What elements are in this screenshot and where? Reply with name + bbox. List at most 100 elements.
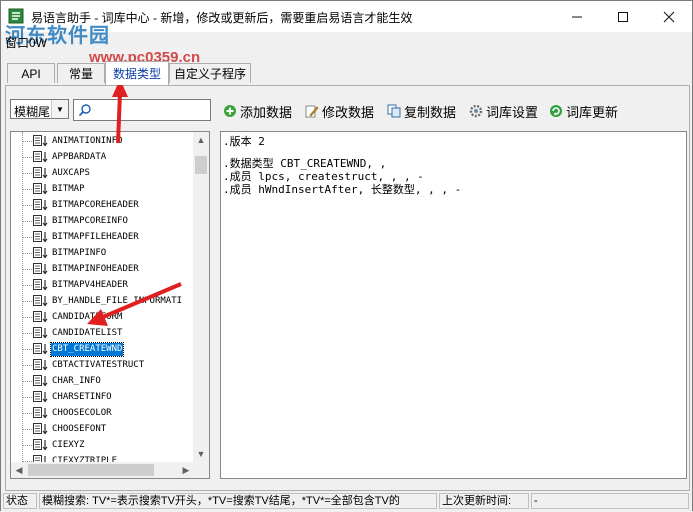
scroll-left-icon[interactable]: ◀ (11, 462, 27, 478)
tree-item-label: CBTACTIVATESTRUCT (52, 360, 145, 370)
close-button[interactable] (646, 1, 692, 32)
scroll-thumb[interactable] (195, 156, 207, 174)
minimize-icon (572, 16, 582, 17)
tree-item[interactable]: CHOOSECOLOR (11, 405, 194, 421)
status-label: 状态 (3, 493, 37, 509)
tree-item[interactable]: BITMAPFILEHEADER (11, 229, 194, 245)
status-message: 模糊搜索: TV*=表示搜索TV开头，*TV=搜索TV结尾，*TV*=全部包含T… (39, 493, 437, 509)
tree-item-label: ANIMATIONINFO (52, 136, 123, 146)
tree-item[interactable]: CANDIDATEFORM (11, 309, 194, 325)
tree-item-label: CHAR_INFO (52, 376, 101, 386)
tree-item[interactable]: CHOOSEFONT (11, 421, 194, 437)
tree-item-label: BITMAPFILEHEADER (52, 232, 139, 242)
editor-line: .版本 2 (223, 135, 265, 148)
tree-item[interactable]: CANDIDATELIST (11, 325, 194, 341)
maximize-button[interactable] (600, 1, 646, 32)
tree-item[interactable]: AUXCAPS (11, 165, 194, 181)
definition-editor[interactable]: .版本 2 .数据类型 CBT_CREATEWND, , .成员 lpcs, c… (220, 131, 687, 479)
struct-node-icon (33, 407, 48, 419)
scroll-up-icon[interactable]: ▲ (193, 132, 209, 148)
maximize-icon (618, 11, 628, 22)
tab-custom-subroutines[interactable]: 自定义子程序 (169, 63, 251, 83)
tree-vertical-scrollbar[interactable]: ▲ ▼ (193, 132, 209, 462)
add-data-label: 添加数据 (240, 104, 293, 120)
close-icon (663, 11, 675, 22)
data-type-tree[interactable]: ANIMATIONINFO APPBARDATA AUXCAPS BITMAP BITM… (10, 131, 210, 479)
tree-item-label: CANDIDATEFORM (52, 312, 123, 322)
struct-node-icon (33, 311, 48, 323)
tree-horizontal-scrollbar[interactable]: ◀ ▶ (11, 462, 194, 478)
title-bar: 易语言助手 - 词库中心 - 新增，修改或更新后，需要重启易语言才能生效 河东软… (1, 1, 692, 47)
tree-item-label: BITMAPCOREINFO (52, 216, 128, 226)
tree-item-label: BY_HANDLE_FILE_INFORMATI (52, 296, 183, 306)
menu-label[interactable]: 窗口0W (5, 34, 47, 51)
tree-item-label: BITMAPCOREHEADER (52, 200, 139, 210)
tree-list: ANIMATIONINFO APPBARDATA AUXCAPS BITMAP BITM… (11, 132, 194, 462)
last-update-value: - (531, 493, 689, 509)
scrollbar-corner (193, 462, 209, 478)
tree-item[interactable]: ANIMATIONINFO (11, 133, 194, 149)
chevron-down-icon[interactable]: ▼ (51, 100, 68, 118)
tree-item[interactable]: CHARSETINFO (11, 389, 194, 405)
tree-item-label: CHARSETINFO (52, 392, 112, 402)
struct-node-icon (33, 135, 48, 147)
tree-item[interactable]: CBT_CREATEWND (11, 341, 194, 357)
tree-item-label: BITMAP (52, 184, 85, 194)
tree-item[interactable]: BITMAP (11, 181, 194, 197)
scroll-thumb-horizontal[interactable] (28, 464, 154, 476)
struct-node-icon (33, 359, 48, 371)
struct-node-icon (33, 215, 48, 227)
tree-item-label: CIEXYZ (52, 440, 85, 450)
tree-item[interactable]: CIEXYZTRIPLE (11, 453, 194, 462)
tree-item[interactable]: BITMAPCOREHEADER (11, 197, 194, 213)
search-icon (78, 104, 91, 117)
tree-item[interactable]: BY_HANDLE_FILE_INFORMATI (11, 293, 194, 309)
tree-item[interactable]: CIEXYZ (11, 437, 194, 453)
copy-data-button[interactable]: 复制数据 (387, 101, 456, 121)
scroll-right-icon[interactable]: ▶ (178, 462, 194, 478)
library-settings-label: 词库设置 (486, 104, 539, 120)
tree-item-label: AUXCAPS (52, 168, 90, 178)
struct-node-icon (33, 231, 48, 243)
struct-node-icon (33, 263, 48, 275)
search-mode-value: 模糊尾 (14, 105, 51, 119)
tree-item-label: BITMAPINFOHEADER (52, 264, 139, 274)
refresh-icon (550, 105, 562, 117)
tab-data-types[interactable]: 数据类型 (105, 61, 169, 85)
tree-item-label: CBT_CREATEWND (49, 342, 125, 357)
edit-data-label: 修改数据 (322, 104, 375, 120)
struct-node-icon (33, 343, 48, 355)
add-data-button[interactable]: 添加数据 (223, 101, 292, 121)
last-update-label: 上次更新时间: (439, 493, 529, 509)
tree-item[interactable]: BITMAPINFOHEADER (11, 261, 194, 277)
tab-api[interactable]: API (7, 63, 55, 83)
copy-data-label: 复制数据 (404, 104, 457, 120)
library-update-button[interactable]: 词库更新 (549, 101, 618, 121)
tree-item[interactable]: BITMAPCOREINFO (11, 213, 194, 229)
add-icon (224, 105, 236, 117)
library-update-label: 词库更新 (566, 104, 619, 120)
struct-node-icon (33, 295, 48, 307)
tree-item[interactable]: BITMAPINFO (11, 245, 194, 261)
tree-item[interactable]: BITMAPV4HEADER (11, 277, 194, 293)
tree-item[interactable]: APPBARDATA (11, 149, 194, 165)
search-mode-select[interactable]: 模糊尾 ▼ (10, 99, 69, 119)
tree-item[interactable]: CHAR_INFO (11, 373, 194, 389)
edit-data-button[interactable]: 修改数据 (305, 101, 374, 121)
struct-node-icon (33, 439, 48, 451)
tree-item-label: CHOOSECOLOR (52, 408, 112, 418)
status-bar: 状态 模糊搜索: TV*=表示搜索TV开头，*TV=搜索TV结尾，*TV*=全部… (1, 491, 692, 511)
library-settings-button[interactable]: 词库设置 (469, 101, 538, 121)
struct-node-icon (33, 391, 48, 403)
tree-item[interactable]: CBTACTIVATESTRUCT (11, 357, 194, 373)
copy-icon (387, 104, 401, 118)
minimize-button[interactable] (554, 1, 600, 32)
app-window: 易语言助手 - 词库中心 - 新增，修改或更新后，需要重启易语言才能生效 河东软… (0, 0, 693, 511)
struct-node-icon (33, 151, 48, 163)
tab-constants[interactable]: 常量 (57, 63, 105, 83)
tree-item-label: CHOOSEFONT (52, 424, 107, 434)
search-input[interactable] (73, 99, 211, 121)
tree-item-label: APPBARDATA (52, 152, 107, 162)
tree-item-label: BITMAPINFO (52, 248, 107, 258)
scroll-down-icon[interactable]: ▼ (193, 446, 209, 462)
